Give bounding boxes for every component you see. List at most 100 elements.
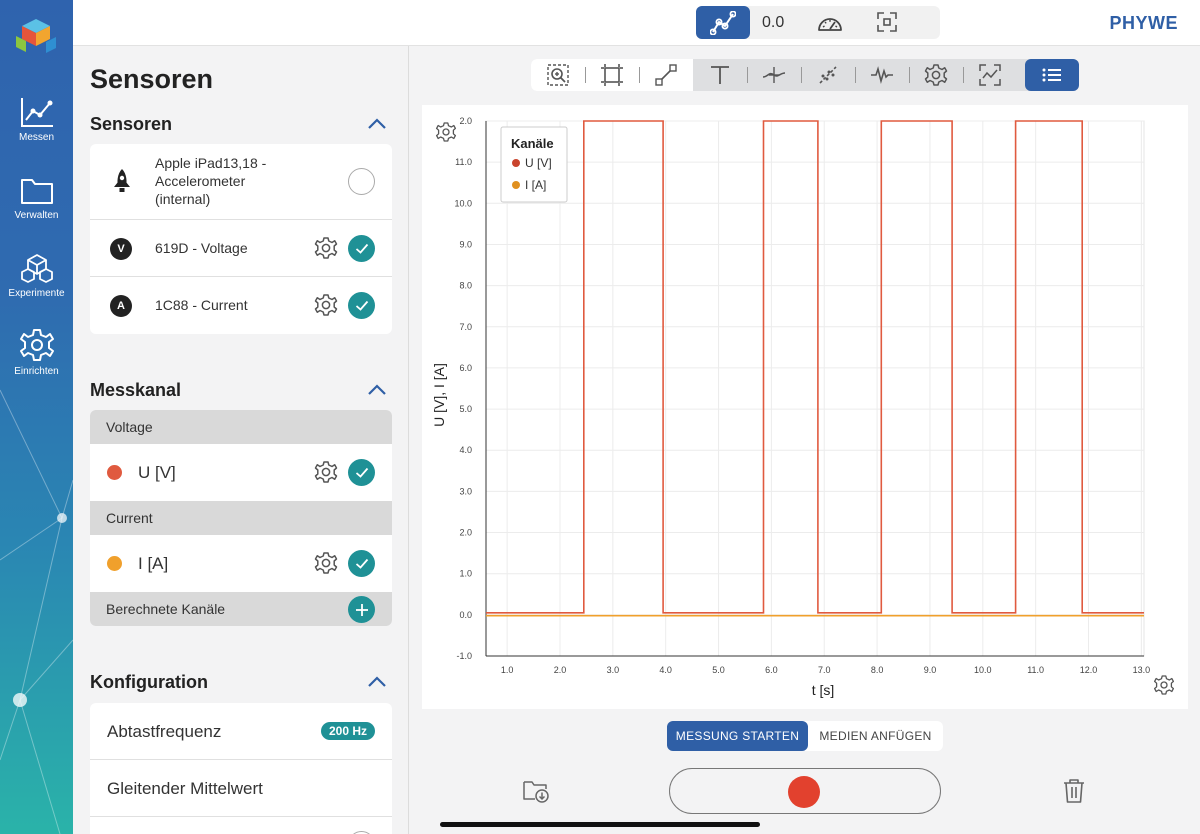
x-axis-label: t [s] [812,682,835,698]
gauge-icon [818,18,842,31]
x-tick-label: 10.0 [974,665,992,675]
x-tick-label: 1.0 [501,665,514,675]
settings-gear-icon [1153,675,1175,695]
voltage-sensor-icon: V [110,238,132,260]
sensor-select-radio[interactable] [348,168,375,195]
legend-swatch-u [512,159,520,167]
graph-mode-button[interactable] [696,6,750,39]
cubes-icon [20,254,53,283]
fit-view-icon [601,64,623,86]
settings-gear-icon [924,64,948,86]
y-tick-label: 9.0 [459,239,472,249]
channel-selected-check[interactable] [348,550,375,577]
save-to-folder-button[interactable] [522,777,550,808]
gauge-mode-button[interactable] [816,12,844,39]
channel-row-current[interactable]: I [A] [90,535,392,592]
nav-messen[interactable]: Messen [0,96,73,143]
y-tick-label: 0.0 [459,610,472,620]
settings-gear-icon[interactable] [314,293,338,317]
waveform-icon [871,66,893,85]
legend-entry-i: I [A] [525,178,546,192]
rocket-icon [114,169,130,192]
sensor-row-accelerometer[interactable]: Apple iPad13,18 - Accelerometer (interna… [90,144,392,220]
x-tick-label: 8.0 [871,665,884,675]
chevron-up-icon[interactable] [367,118,387,130]
sensor-selected-check[interactable] [348,235,375,262]
settings-gear-icon[interactable] [314,460,338,484]
sensor-current-label: 1C88 - Current [155,297,248,313]
line-chart[interactable]: 1.0 2.0 3.0 4.0 5.0 6.0 7.0 8.0 9.0 10.0 11.0 12.0 1… [422,105,1188,709]
chart-settings-button[interactable] [909,59,963,91]
sensor-row-voltage[interactable]: V 619D - Voltage [90,220,392,277]
config-list: Abtastfrequenz 200 Hz Gleitender Mittelw… [90,703,392,834]
y-tick-label: 2.0 [459,528,472,538]
channel-list: Voltage U [V] Current I [A] Berechnete K… [90,410,392,626]
attach-media-button[interactable]: MEDIEN ANFÜGEN [808,721,943,751]
x-tick-label: 7.0 [818,665,831,675]
config-label: Abtastfrequenz [107,722,222,741]
y-tick-label: 8.0 [459,281,472,291]
settings-gear-icon[interactable] [314,551,338,575]
sensor-accelerometer-label: Apple iPad13,18 - Accelerometer (interna… [155,154,266,208]
checkmark-icon [355,558,368,569]
measurement-action-group: MESSUNG STARTEN MEDIEN ANFÜGEN [667,721,943,751]
sensors-section-title: Sensoren [90,114,173,134]
fit-view-button[interactable] [585,59,639,91]
chevron-up-icon[interactable] [367,384,387,396]
view-mode-group: 0.0 [696,6,940,39]
folder-download-icon [523,781,549,803]
value-mode-button[interactable]: 0.0 [762,14,784,32]
zoom-select-icon [547,64,569,86]
nav-rail: Messen Verwalten Experimente Einrichten [0,0,73,834]
channel-color-dot [107,556,122,571]
channel-selected-check[interactable] [348,459,375,486]
nav-verwalten[interactable]: Verwalten [0,174,73,221]
screenshot-icon [979,64,1001,86]
zoom-select-button[interactable] [531,59,585,91]
screenshot-button[interactable] [963,59,1017,91]
sampling-rate-badge[interactable]: 200 Hz [320,722,375,740]
folder-icon [20,179,53,204]
nav-einrichten[interactable]: Einrichten [0,328,73,377]
y-tick-label: 3.0 [459,486,472,496]
settings-gear-icon [435,122,457,142]
trash-icon [1064,779,1084,803]
gear-icon [19,329,54,361]
delete-button[interactable] [1062,778,1086,809]
channel-group-header: Current [90,501,392,535]
graph-mode-icon [710,10,736,35]
nav-experimente-label: Experimente [8,288,65,299]
y-tick-label: 1.0 [459,569,472,579]
nav-experimente[interactable]: Experimente [0,252,73,299]
chevron-up-icon[interactable] [367,676,387,688]
start-measurement-button[interactable]: MESSUNG STARTEN [667,721,808,751]
regression-icon [819,66,837,84]
config-row-sampling-rate[interactable]: Abtastfrequenz 200 Hz [90,703,392,760]
x-tick-label: 9.0 [924,665,937,675]
y-axis-settings-button[interactable] [435,122,457,142]
panel-title: Sensoren [90,64,214,94]
x-tick-label: 11.0 [1027,665,1044,675]
record-button[interactable] [669,768,941,814]
channel-row-voltage[interactable]: U [V] [90,444,392,501]
settings-gear-icon[interactable] [314,236,338,260]
add-computed-channel-button[interactable] [348,596,375,623]
chart-legend[interactable]: Kanäle U [V] I [A] [500,126,568,203]
config-row-moving-average[interactable]: Gleitender Mittelwert [90,760,392,817]
fullscreen-button[interactable] [877,12,897,37]
y-tick-label: 10.0 [454,198,472,208]
slope-tool-button[interactable] [639,59,693,91]
regression-tool-button[interactable] [801,59,855,91]
sensor-selected-check[interactable] [348,292,375,319]
legend-swatch-i [512,181,520,189]
channel-group-header: Voltage [90,410,392,444]
sensor-row-current[interactable]: A 1C88 - Current [90,277,392,334]
text-annotation-button[interactable] [693,59,747,91]
x-axis-settings-button[interactable] [1153,675,1175,695]
crosshair-tool-button[interactable] [747,59,801,91]
nav-messen-label: Messen [18,132,54,143]
nav-einrichten-label: Einrichten [14,366,59,377]
list-view-button[interactable] [1025,59,1079,91]
signal-tool-button[interactable] [855,59,909,91]
sensor-list: Apple iPad13,18 - Accelerometer (interna… [90,144,392,334]
